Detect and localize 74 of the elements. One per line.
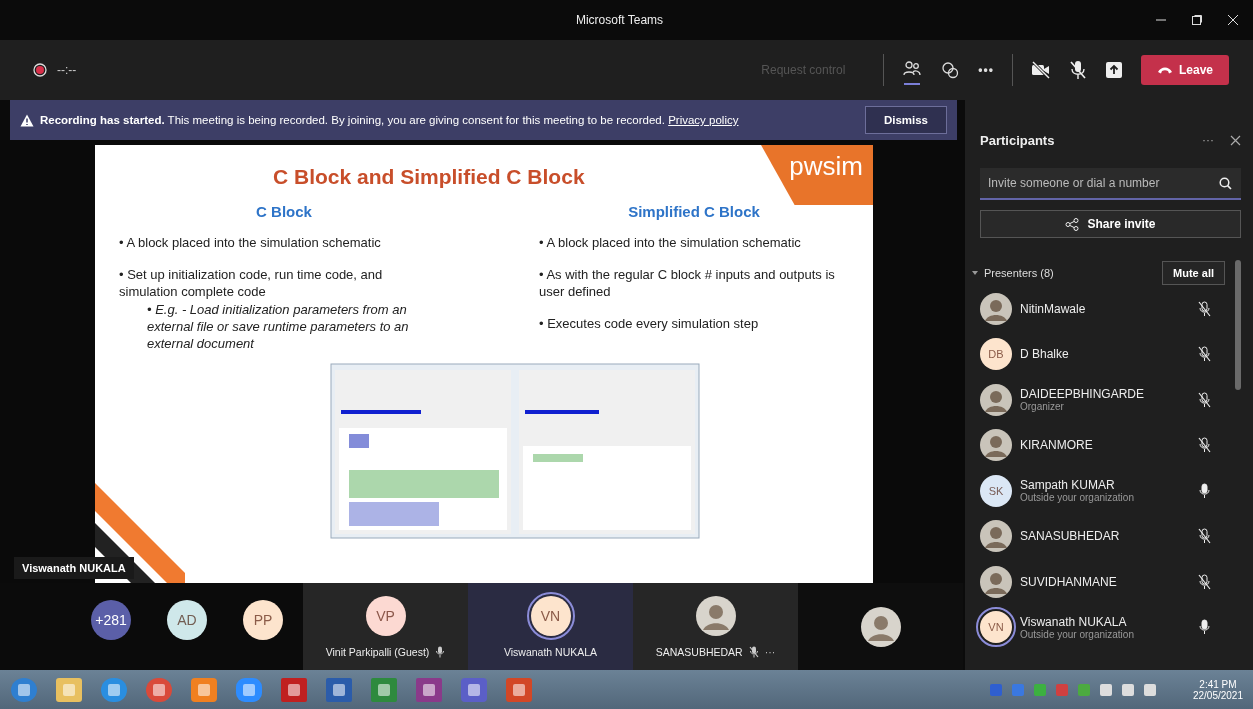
- scrollbar[interactable]: [1235, 260, 1241, 390]
- people-icon[interactable]: [902, 60, 923, 86]
- dismiss-button[interactable]: Dismiss: [864, 106, 947, 134]
- privacy-policy-link[interactable]: Privacy policy: [668, 114, 739, 126]
- recording-icon: [33, 63, 47, 77]
- microphone-off-icon[interactable]: [1198, 528, 1211, 545]
- microphone-off-icon[interactable]: [1198, 437, 1211, 454]
- phone-icon: [1156, 66, 1173, 74]
- participant-name: SANASUBHEDAR: [655, 645, 743, 658]
- close-icon[interactable]: [1230, 134, 1241, 146]
- video-tile[interactable]: VN Viswanath NUKALA: [468, 583, 633, 670]
- microphone-off-icon[interactable]: [1198, 346, 1211, 363]
- participant-avatar[interactable]: AD: [167, 599, 207, 640]
- mute-all-button[interactable]: Mute all: [1162, 261, 1225, 285]
- participant-role: Outside your organization: [1020, 492, 1134, 504]
- participant-name: Viswanath NUKALA: [503, 645, 598, 658]
- microphone-icon[interactable]: [1198, 619, 1211, 636]
- participant-avatar[interactable]: PP: [243, 599, 283, 640]
- more-options-button[interactable]: ···: [764, 645, 776, 658]
- video-tile[interactable]: SANASUBHEDAR ···: [633, 583, 798, 670]
- participant-avatar[interactable]: +281: [91, 599, 131, 640]
- panel-title: Participants: [980, 132, 1055, 148]
- microphone-icon[interactable]: [1198, 482, 1211, 499]
- camera-off-icon[interactable]: [1030, 61, 1051, 79]
- participant-name: SANASUBHEDAR: [1020, 529, 1120, 544]
- bullet-point: • Set up initialization code, run time code, and simulation complete code: [119, 266, 384, 300]
- participant-name: KIRANMORE: [1020, 438, 1093, 453]
- more-options-button[interactable]: ···: [1202, 133, 1214, 147]
- share-screen-icon[interactable]: [1104, 61, 1123, 79]
- participant-role: Organizer: [1020, 401, 1065, 413]
- participant-avatar: VP: [365, 595, 406, 636]
- clock-time: 2:41 PM: [1199, 678, 1237, 690]
- column-heading: C Block: [256, 203, 312, 220]
- chat-bubbles-icon[interactable]: [940, 60, 961, 80]
- participant-name: D Bhalke: [1020, 347, 1069, 362]
- bullet-point: • As with the regular C block # inputs and outputs is user defined: [539, 266, 836, 300]
- slide-title: C Block and Simplified C Block: [273, 165, 585, 189]
- microphone-off-icon[interactable]: [1198, 573, 1211, 590]
- share-invite-button[interactable]: Share invite: [980, 210, 1241, 238]
- taskbar-clock[interactable]: 2:41 PM 22/05/2021: [1192, 678, 1243, 701]
- participant-avatar: DB: [980, 338, 1012, 371]
- column-heading: Simplified C Block: [628, 203, 760, 220]
- share-icon: [1065, 217, 1080, 231]
- participant-avatar: VN: [530, 595, 571, 636]
- participant-name: NitinMawale: [1020, 301, 1086, 316]
- search-icon: [1219, 177, 1232, 190]
- microphone-off-icon[interactable]: [1198, 391, 1211, 408]
- bullet-point: • Executes code every simulation step: [539, 315, 760, 332]
- recording-notice: Recording has started. This meeting is being recorded. By joining, you are giving consent for this meeting to be recorded. Privacy policy: [40, 114, 739, 126]
- presenter-name-label: Viswanath NUKALA: [14, 557, 134, 579]
- participant-name: DAIDEEPBHINGARDE: [1020, 387, 1145, 402]
- restore-icon[interactable]: [1191, 14, 1203, 26]
- collapse-caret-icon[interactable]: [972, 270, 978, 276]
- invite-search-field[interactable]: Invite someone or dial a number: [980, 168, 1241, 200]
- meeting-timer: --:--: [57, 63, 77, 77]
- video-tile[interactable]: VP Vinit Parkipalli (Guest): [303, 583, 468, 670]
- window-title: Microsoft Teams: [574, 13, 665, 27]
- bullet-point: • A block placed into the simulation schematic: [539, 234, 802, 251]
- participant-name: Vinit Parkipalli (Guest): [325, 645, 430, 658]
- participant-name: Viswanath NUKALA: [1020, 614, 1128, 629]
- bullet-point: • A block placed into the simulation schematic: [119, 234, 382, 251]
- warning-icon: [20, 113, 34, 127]
- bullet-point: • E.g. - Load initialization parameters from an external file or save runtime parameters to an external document: [147, 301, 410, 352]
- participant-name: Sampath KUMAR: [1020, 478, 1116, 493]
- clock-date: 22/05/2021: [1192, 689, 1243, 701]
- participant-role: Outside your organization: [1020, 628, 1134, 640]
- microphone-off-icon[interactable]: [1068, 60, 1087, 80]
- participant-name: SUVIDHANMANE: [1020, 574, 1117, 589]
- participant-avatar: SK: [980, 474, 1012, 507]
- leave-button[interactable]: Leave: [1140, 55, 1229, 85]
- more-options-button[interactable]: •••: [978, 63, 994, 77]
- microphone-off-icon[interactable]: [1198, 300, 1211, 317]
- pwsim-logo: pwsim: [761, 145, 873, 205]
- section-heading: Presenters (8): [984, 267, 1054, 279]
